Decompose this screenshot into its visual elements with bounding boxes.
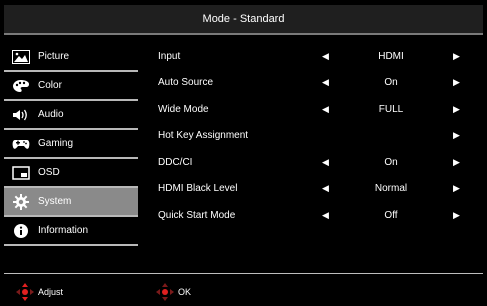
setting-row-hot-key-assignment[interactable]: Hot Key Assignment ▶ — [158, 123, 478, 150]
sidebar-item-system[interactable]: System — [4, 188, 138, 217]
arrow-right-icon[interactable]: ▶ — [453, 210, 460, 221]
arrow-left-icon[interactable]: ◀ — [322, 210, 329, 221]
ok-hint: OK — [155, 280, 191, 304]
arrow-left-icon[interactable]: ◀ — [322, 104, 329, 115]
setting-row-ddc-ci[interactable]: DDC/CI ◀ On ▶ — [158, 149, 478, 176]
sidebar-item-audio[interactable]: Audio — [4, 101, 138, 130]
arrow-right-icon[interactable]: ▶ — [453, 130, 460, 141]
gear-icon — [10, 193, 32, 211]
sidebar-item-label: System — [38, 196, 72, 207]
sidebar: Picture Color Audio Gaming OSD System In… — [4, 43, 138, 246]
arrow-right-icon[interactable]: ▶ — [453, 77, 460, 88]
setting-row-hdmi-black-level[interactable]: HDMI Black Level ◀ Normal ▶ — [158, 176, 478, 203]
info-icon — [10, 222, 32, 240]
joystick-updown-icon — [15, 282, 35, 302]
sidebar-item-label: Information — [38, 225, 89, 236]
arrow-left-icon[interactable]: ◀ — [322, 183, 329, 194]
setting-value: HDMI — [378, 50, 404, 62]
arrow-left-icon[interactable]: ◀ — [322, 51, 329, 62]
setting-row-auto-source[interactable]: Auto Source ◀ On ▶ — [158, 70, 478, 97]
sidebar-item-label: OSD — [38, 167, 60, 178]
setting-row-input[interactable]: Input ◀ HDMI ▶ — [158, 43, 478, 70]
ok-label: OK — [178, 287, 192, 297]
setting-row-wide-mode[interactable]: Wide Mode ◀ FULL ▶ — [158, 96, 478, 123]
arrow-right-icon[interactable]: ▶ — [453, 183, 460, 194]
setting-value: Normal — [374, 183, 408, 195]
setting-label: Input — [158, 50, 181, 62]
setting-value: FULL — [378, 103, 404, 115]
setting-value: Off — [384, 209, 398, 221]
arrow-left-icon[interactable]: ◀ — [322, 77, 329, 88]
sidebar-item-color[interactable]: Color — [4, 72, 138, 101]
arrow-right-icon[interactable]: ▶ — [453, 157, 460, 168]
adjust-hint: Adjust — [15, 280, 63, 304]
setting-label: HDMI Black Level — [158, 183, 238, 195]
title-bar: Mode - Standard — [4, 5, 483, 35]
sidebar-item-label: Audio — [38, 109, 64, 120]
footer-hints: Adjust OK — [0, 280, 487, 304]
osd-window-icon — [10, 164, 32, 182]
sidebar-item-information[interactable]: Information — [4, 217, 138, 246]
setting-value: On — [384, 156, 398, 168]
setting-value: On — [384, 77, 398, 89]
sidebar-item-label: Color — [38, 80, 62, 91]
setting-label: Quick Start Mode — [158, 209, 236, 221]
setting-label: Hot Key Assignment — [158, 130, 249, 142]
arrow-right-icon[interactable]: ▶ — [453, 104, 460, 115]
sidebar-item-picture[interactable]: Picture — [4, 43, 138, 72]
setting-row-quick-start-mode[interactable]: Quick Start Mode ◀ Off ▶ — [158, 202, 478, 229]
osd-menu: Mode - Standard Picture Color Audio Gami… — [0, 0, 487, 306]
mode-title: Mode - Standard — [202, 13, 285, 25]
gamepad-icon — [10, 135, 32, 153]
setting-label: DDC/CI — [158, 156, 193, 168]
adjust-label: Adjust — [38, 287, 64, 297]
arrow-right-icon[interactable]: ▶ — [453, 51, 460, 62]
sidebar-item-gaming[interactable]: Gaming — [4, 130, 138, 159]
speaker-icon — [10, 106, 32, 124]
picture-icon — [10, 48, 32, 66]
sidebar-item-osd[interactable]: OSD — [4, 159, 138, 188]
sidebar-item-label: Picture — [38, 51, 70, 62]
palette-icon — [10, 77, 32, 95]
footer-divider — [4, 273, 483, 274]
setting-label: Wide Mode — [158, 103, 209, 115]
sidebar-item-label: Gaming — [38, 138, 74, 149]
arrow-left-icon[interactable]: ◀ — [322, 157, 329, 168]
setting-label: Auto Source — [158, 77, 214, 89]
joystick-press-icon — [155, 282, 175, 302]
settings-panel: Input ◀ HDMI ▶ Auto Source ◀ On ▶ Wide M… — [158, 43, 478, 229]
